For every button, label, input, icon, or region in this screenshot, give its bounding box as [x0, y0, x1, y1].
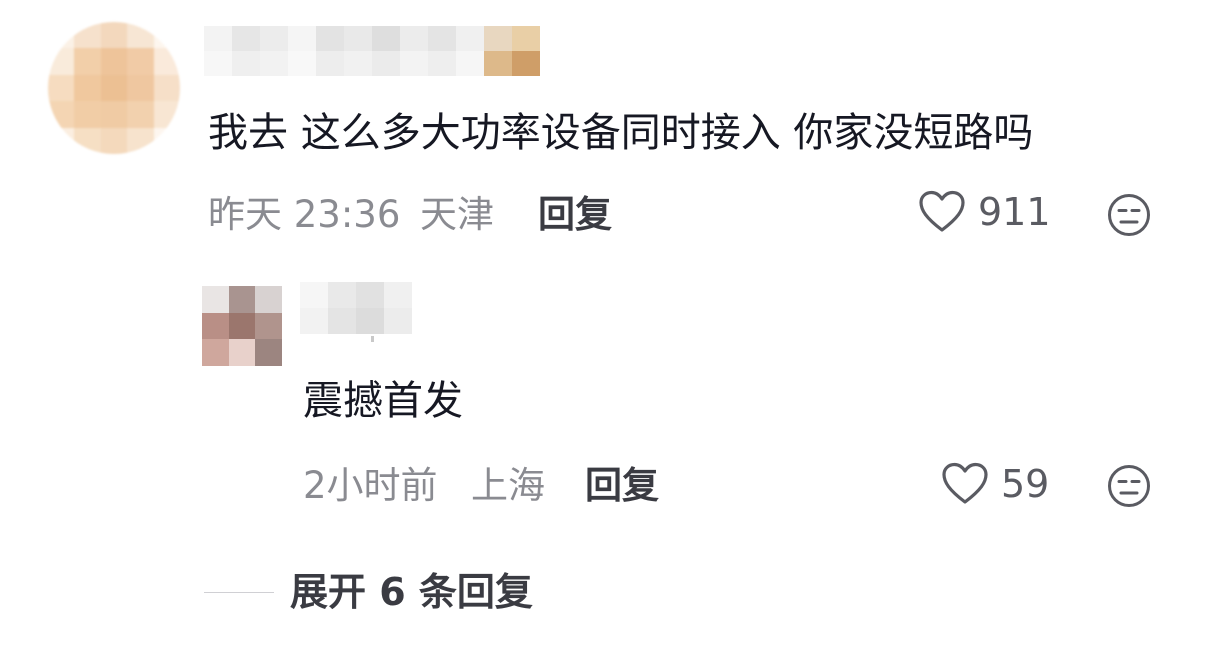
- username-blurred[interactable]: [204, 26, 540, 76]
- comment-location: 天津: [420, 193, 494, 236]
- reply-username-blurred[interactable]: [300, 282, 412, 334]
- comment-time: 昨天 23:36: [208, 193, 401, 236]
- unamused-face-icon: [1106, 192, 1152, 238]
- reply-like-button[interactable]: 59: [941, 462, 1049, 506]
- dislike-button[interactable]: [1106, 192, 1152, 242]
- expand-divider: [204, 592, 274, 593]
- reply-text: 震撼首发: [303, 378, 463, 424]
- reply-avatar[interactable]: [202, 286, 282, 366]
- divider-mark: [371, 336, 374, 342]
- comment-text: 我去 这么多大功率设备同时接入 你家没短路吗: [208, 110, 1034, 156]
- reply-dislike-button[interactable]: [1106, 463, 1152, 513]
- reply-reply-button[interactable]: 回复: [585, 467, 659, 504]
- avatar[interactable]: [48, 22, 180, 154]
- expand-replies-button[interactable]: 展开 6 条回复: [290, 573, 533, 611]
- heart-outline-icon: [918, 190, 966, 234]
- heart-outline-icon: [941, 462, 989, 506]
- like-button[interactable]: 911: [918, 190, 1051, 234]
- reply-time: 2小时前: [303, 464, 438, 507]
- reply-button[interactable]: 回复: [538, 196, 612, 233]
- unamused-face-icon: [1106, 463, 1152, 509]
- reply-like-count: 59: [1001, 462, 1050, 506]
- like-count: 911: [978, 190, 1051, 234]
- reply-location: 上海: [471, 464, 545, 507]
